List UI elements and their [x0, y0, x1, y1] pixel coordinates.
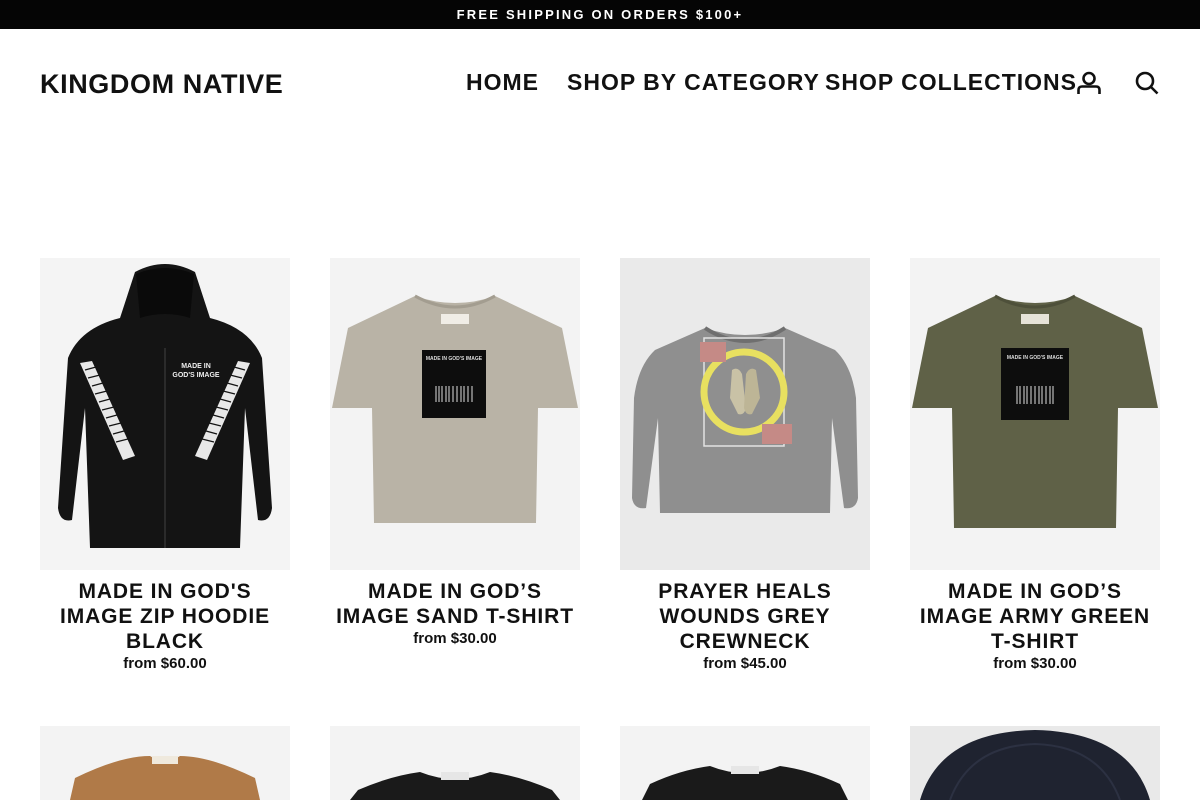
- announcement-bar: FREE SHIPPING ON ORDERS $100+: [0, 0, 1200, 29]
- search-icon[interactable]: [1134, 70, 1160, 96]
- nav-home[interactable]: HOME: [466, 69, 539, 96]
- product-card[interactable]: [330, 726, 580, 800]
- product-image[interactable]: MADE IN GOD'S IMAGE: [910, 258, 1160, 570]
- product-card[interactable]: [910, 726, 1160, 800]
- product-price: from $45.00: [703, 655, 787, 672]
- svg-text:MADE IN GOD'S IMAGE: MADE IN GOD'S IMAGE: [1007, 355, 1064, 361]
- announcement-text: FREE SHIPPING ON ORDERS $100+: [456, 7, 744, 22]
- product-title[interactable]: PRAYER HEALS WOUNDS GREY CREWNECK: [620, 579, 870, 654]
- product-image[interactable]: [910, 726, 1160, 800]
- site-header: KINGDOM NATIVE HOME SHOP BY CATEGORY SHO…: [0, 29, 1200, 139]
- store-logo[interactable]: KINGDOM NATIVE: [40, 69, 283, 100]
- product-card[interactable]: MADE IN GOD'S IMAGE MADE IN GOD'S IMAGE …: [40, 258, 290, 672]
- nav-shop-by-category[interactable]: SHOP BY CATEGORY: [567, 69, 820, 96]
- product-image[interactable]: [40, 726, 290, 800]
- product-image[interactable]: [330, 726, 580, 800]
- svg-text:MADE IN: MADE IN: [181, 363, 211, 370]
- product-title[interactable]: MADE IN GOD'S IMAGE ZIP HOODIE BLACK: [40, 579, 290, 654]
- product-price: from $30.00: [413, 630, 497, 647]
- product-image[interactable]: [620, 258, 870, 570]
- product-card[interactable]: PRAYER HEALS WOUNDS GREY CREWNECK from $…: [620, 258, 870, 672]
- svg-text:GOD'S IMAGE: GOD'S IMAGE: [172, 372, 219, 379]
- product-price: from $60.00: [123, 655, 207, 672]
- product-card[interactable]: MADE IN GOD'S IMAGE MADE IN GOD’S IMAGE …: [910, 258, 1160, 672]
- product-image[interactable]: MADE IN GOD'S IMAGE: [40, 258, 290, 570]
- product-card[interactable]: [40, 726, 290, 800]
- product-price: from $30.00: [993, 655, 1077, 672]
- product-card[interactable]: MADE IN GOD'S IMAGE MADE IN GOD’S IMAGE …: [330, 258, 580, 647]
- account-icon[interactable]: [1076, 70, 1102, 96]
- product-title[interactable]: MADE IN GOD’S IMAGE ARMY GREEN T-SHIRT: [910, 579, 1160, 654]
- product-title[interactable]: MADE IN GOD’S IMAGE SAND T-SHIRT: [330, 579, 580, 629]
- product-image[interactable]: [620, 726, 870, 800]
- svg-text:MADE IN GOD'S IMAGE: MADE IN GOD'S IMAGE: [426, 356, 483, 362]
- product-card[interactable]: [620, 726, 870, 800]
- nav-shop-collections[interactable]: SHOP COLLECTIONS: [825, 69, 1077, 96]
- product-image[interactable]: MADE IN GOD'S IMAGE: [330, 258, 580, 570]
